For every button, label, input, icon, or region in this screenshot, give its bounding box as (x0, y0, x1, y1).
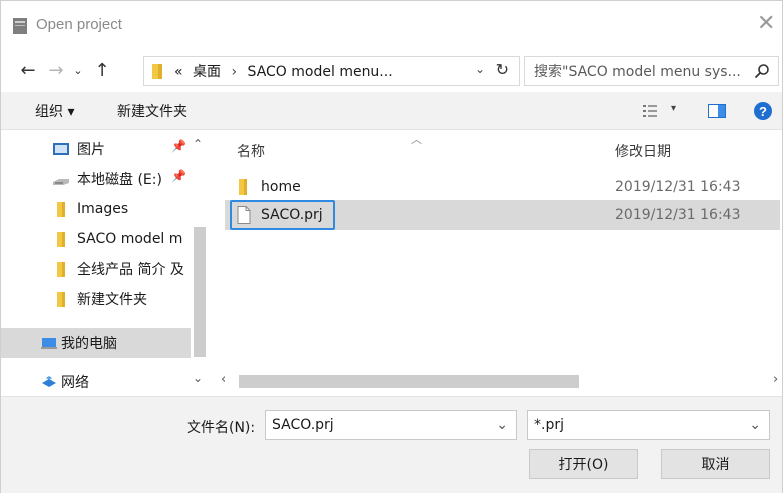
scroll-up-chevron-icon[interactable]: ⌃ (193, 137, 203, 151)
search-box[interactable]: 搜索"SACO model menu sys... (524, 56, 779, 86)
sidebar-item-product-intro[interactable]: 全线产品 简介 及 (1, 254, 191, 284)
folder-icon (57, 202, 65, 217)
chevron-right-icon: › (231, 64, 238, 80)
file-row-saco-prj[interactable]: SACO.prj 2019/12/31 16:43 (225, 200, 780, 230)
up-arrow-icon[interactable]: ↑ (91, 57, 113, 83)
address-dropdown-chevron-icon[interactable]: ⌄ (475, 62, 485, 76)
preview-pane-icon[interactable] (708, 103, 726, 119)
open-button[interactable]: 打开(O) (529, 449, 638, 479)
open-project-dialog: Open project ✕ ← → ⌄ ↑ « 桌面 › SACO model… (0, 0, 783, 493)
file-name: SACO.prj (261, 207, 323, 223)
sidebar-item-local-disk-e[interactable]: 本地磁盘 (E:) (1, 164, 191, 194)
svg-text:?: ? (759, 104, 767, 119)
filename-dropdown-chevron-icon[interactable]: ⌄ (496, 417, 508, 433)
scroll-right-chevron-icon[interactable]: › (773, 372, 778, 387)
file-modified-date: 2019/12/31 16:43 (615, 179, 741, 195)
title-bar: Open project ✕ (1, 1, 782, 51)
filetype-select[interactable]: *.prj ⌄ (527, 410, 770, 440)
column-header-modified[interactable]: 修改日期 (615, 141, 671, 161)
sidebar-item-label: 全线产品 简介 及 (77, 262, 184, 278)
sidebar-item-label: 我的电脑 (61, 336, 117, 352)
new-folder-button[interactable]: 新建文件夹 (117, 101, 187, 121)
network-icon (42, 376, 56, 387)
sidebar-item-network[interactable]: 网络 (1, 367, 191, 397)
drive-icon (53, 179, 69, 185)
sidebar-item-my-computer[interactable]: 我的电脑 (1, 328, 191, 358)
window-title: Open project (36, 16, 122, 33)
document-icon (237, 206, 251, 224)
sidebar-item-saco-model[interactable]: SACO model m (1, 224, 191, 254)
file-name: home (261, 179, 301, 195)
sidebar-item-label: 本地磁盘 (E:) (77, 172, 162, 188)
sidebar-item-label: SACO model m (77, 231, 183, 247)
close-icon[interactable]: ✕ (757, 13, 775, 35)
filename-value[interactable]: SACO.prj (272, 417, 334, 433)
breadcrumb-desktop[interactable]: 桌面 (193, 64, 221, 80)
sidebar-item-label: 新建文件夹 (77, 292, 147, 308)
file-modified-date: 2019/12/31 16:43 (615, 207, 741, 223)
cancel-button[interactable]: 取消 (661, 449, 770, 479)
app-icon (13, 18, 27, 34)
search-input[interactable]: 搜索"SACO model menu sys... (534, 61, 749, 81)
forward-arrow-icon[interactable]: → (45, 57, 67, 83)
filename-field[interactable]: SACO.prj ⌄ (265, 410, 517, 440)
organize-menu[interactable]: 组织 ▾ (35, 101, 74, 121)
sidebar-item-images[interactable]: Images (1, 194, 191, 224)
folder-icon (239, 179, 247, 195)
view-dropdown-chevron-icon[interactable]: ▾ (671, 103, 676, 114)
view-options-icon[interactable] (642, 103, 658, 119)
sidebar-item-new-folder[interactable]: 新建文件夹 (1, 284, 191, 314)
breadcrumb-current[interactable]: SACO model menu... (248, 64, 393, 80)
recent-locations-chevron-icon[interactable]: ⌄ (71, 57, 85, 83)
pin-icon[interactable]: 📌 (171, 169, 186, 183)
address-bar[interactable]: « 桌面 › SACO model menu... ⌄ ↻ (143, 56, 520, 86)
horizontal-scrollbar[interactable]: ‹ › (213, 371, 782, 391)
column-header-name[interactable]: 名称 (237, 141, 265, 161)
folder-icon (57, 292, 65, 307)
horizontal-scrollbar-thumb[interactable] (239, 375, 579, 388)
sidebar-item-pictures[interactable]: 图片 (1, 134, 191, 164)
breadcrumb: « 桌面 › SACO model menu... (174, 61, 393, 81)
scroll-left-chevron-icon[interactable]: ‹ (221, 372, 226, 387)
folder-icon (57, 262, 65, 277)
filetype-value: *.prj (534, 417, 564, 433)
pictures-icon (53, 143, 69, 155)
navigation-bar: ← → ⌄ ↑ « 桌面 › SACO model menu... ⌄ ↻ 搜索… (1, 53, 782, 89)
folder-icon (57, 232, 65, 247)
file-list: ︿ 名称 修改日期 home 2019/12/31 16:43 SACO.prj… (213, 131, 782, 396)
folder-icon (152, 64, 162, 79)
scroll-down-chevron-icon[interactable]: ⌄ (193, 371, 203, 385)
filename-label: 文件名(N): (187, 420, 256, 436)
sidebar-item-label: Images (77, 201, 129, 217)
sort-indicator-icon: ︿ (411, 133, 422, 146)
navigation-pane-scrollbar-thumb[interactable] (194, 227, 206, 357)
bottom-bar: 文件名(N): SACO.prj ⌄ *.prj ⌄ 打开(O) 取消 (1, 396, 782, 493)
file-row-home[interactable]: home 2019/12/31 16:43 (225, 172, 780, 202)
computer-icon (41, 338, 57, 349)
filetype-dropdown-chevron-icon[interactable]: ⌄ (749, 417, 761, 433)
back-arrow-icon[interactable]: ← (17, 57, 39, 83)
search-icon[interactable] (754, 63, 770, 79)
file-name-cell-focused: SACO.prj (230, 200, 335, 230)
navigation-pane: 图片 📌 本地磁盘 (E:) 📌 Images SACO model m 全线产… (1, 131, 211, 396)
sidebar-item-label: 网络 (61, 375, 89, 391)
refresh-icon[interactable]: ↻ (496, 60, 509, 79)
pin-icon[interactable]: 📌 (171, 139, 186, 153)
sidebar-item-label: 图片 (77, 142, 105, 158)
command-toolbar: 组织 ▾ 新建文件夹 ▾ ? (1, 92, 782, 130)
help-icon[interactable]: ? (753, 101, 773, 121)
file-name-cell: home (237, 172, 301, 202)
breadcrumb-overflow[interactable]: « (174, 64, 183, 80)
